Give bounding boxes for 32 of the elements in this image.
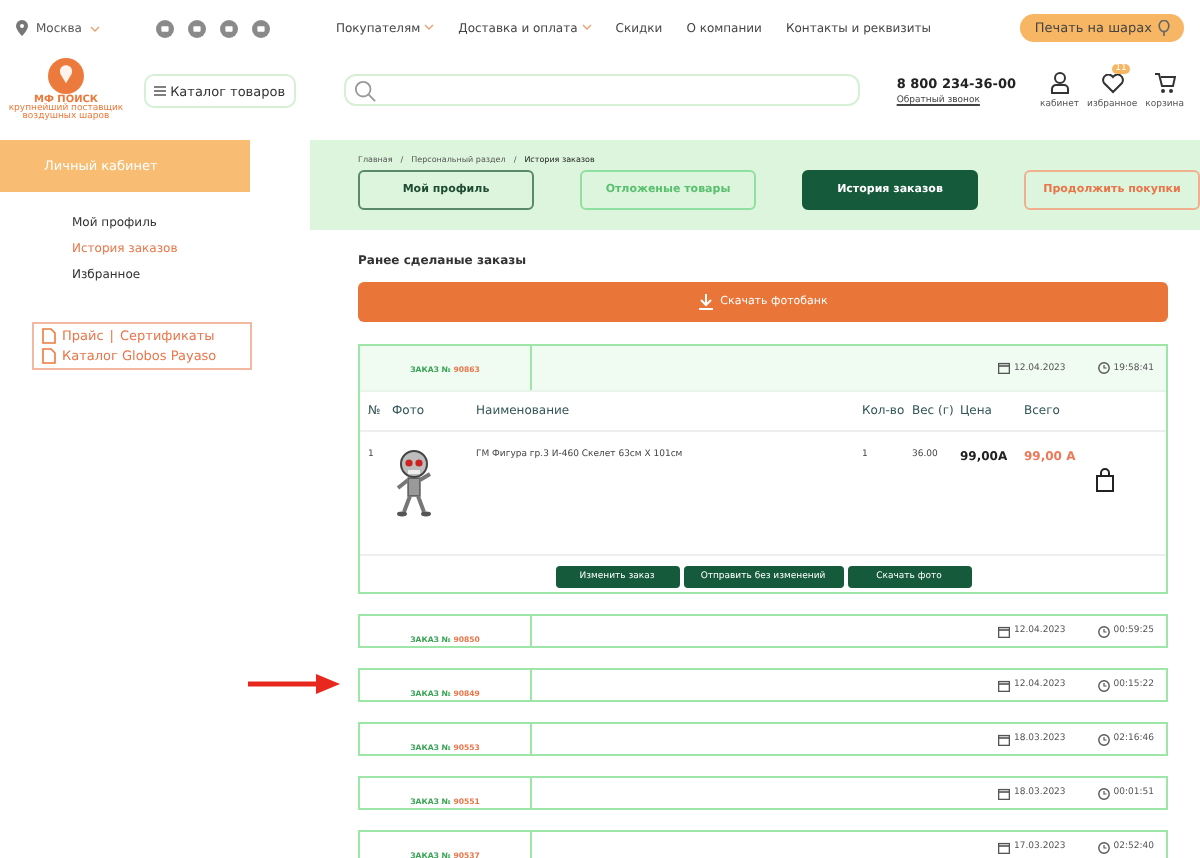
balloon-icon	[1158, 20, 1170, 36]
search-icon	[353, 79, 376, 101]
calendar-icon	[998, 679, 1011, 691]
menu-icon	[154, 86, 166, 97]
heart-icon[interactable]	[1101, 73, 1124, 93]
calendar-icon	[998, 787, 1011, 799]
logo-icon	[48, 57, 84, 93]
shopping-bag-icon[interactable]	[1096, 468, 1114, 492]
calendar-icon	[998, 841, 1011, 853]
clock-icon	[1097, 787, 1110, 799]
caret-icon[interactable]	[424, 24, 435, 31]
calendar-icon	[998, 625, 1011, 637]
download-icon	[698, 294, 715, 310]
social-icon[interactable]	[252, 19, 270, 37]
pdf-icon	[42, 348, 56, 364]
social-icon[interactable]	[220, 19, 238, 37]
user-icon[interactable]	[1049, 72, 1070, 94]
search-field[interactable]	[343, 74, 861, 106]
cart-icon[interactable]	[1153, 72, 1176, 94]
caret-icon[interactable]	[89, 25, 100, 31]
social-icon[interactable]	[188, 19, 206, 37]
clock-icon	[1097, 679, 1110, 691]
clock-icon	[1097, 841, 1110, 853]
caret-icon[interactable]	[581, 24, 592, 31]
calendar-icon	[998, 733, 1011, 745]
clock-icon	[1097, 362, 1110, 374]
clock-icon	[1097, 733, 1110, 745]
calendar-icon	[998, 362, 1011, 374]
location-pin-icon	[16, 20, 28, 36]
social-icon[interactable]	[156, 19, 174, 37]
clock-icon	[1097, 625, 1110, 637]
document-icon	[42, 328, 56, 344]
